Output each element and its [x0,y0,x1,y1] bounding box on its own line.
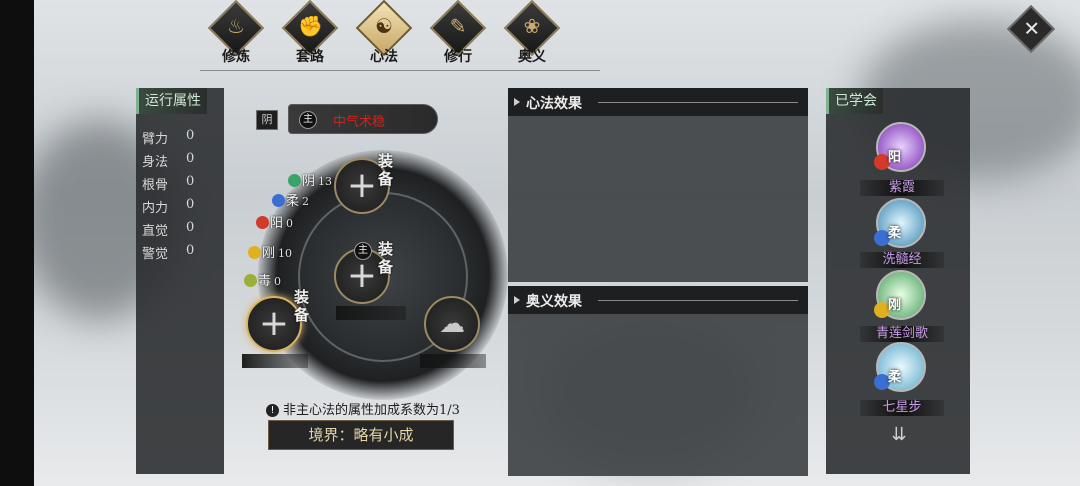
main-marker: 主 [299,111,317,129]
equip-label: 装备 [294,288,310,324]
scroll-down-arrow-icon[interactable]: ⇊ [886,424,912,445]
skill-element: 柔 [888,370,902,385]
tab-taolu[interactable]: ✊ 套路 [274,0,346,68]
rou-element-icon [272,194,285,207]
slot-name-strip [242,354,308,368]
learned-panel-title: 已学会 [826,88,883,114]
element-gang: 刚 10 [248,242,292,261]
yin-yang-emblem-icon: ☯ [375,14,393,38]
tab-label: 修炼 [222,49,250,65]
triangle-bullet-icon [514,296,520,304]
yin-tag: 阴 [256,110,278,130]
equip-label: 装备 [378,152,394,188]
method-effect-title: 心法效果 [526,96,582,112]
ultimate-effect-panel: 奥义效果 [508,286,808,476]
method-effect-header: 心法效果 [508,88,808,116]
plus-icon: + [346,165,378,206]
attribute-row: 根骨 0 [142,174,222,193]
attribute-panel-title: 运行属性 [136,88,207,114]
tab-xiuxing[interactable]: ✎ 修行 [422,0,494,68]
attribute-row: 内力 0 [142,197,222,216]
scroll-emblem-icon: ✎ [449,14,467,38]
du-element-icon [244,274,257,287]
tab-label: 奥义 [518,49,546,65]
attribute-name: 内力 [142,201,169,216]
bonus-note: ! 非主心法的属性加成系数为1/3 [266,399,460,418]
attribute-value: 0 [186,151,195,166]
attribute-name: 身法 [142,155,169,170]
cloud-swirl-icon: ☁ [439,309,465,339]
tab-label: 心法 [370,49,398,65]
attribute-row: 臂力 0 [142,128,222,147]
attribute-panel: 运行属性 臂力 0 身法 0 根骨 0 内力 0 直觉 0 警觉 0 [136,88,224,474]
tab-xinfa[interactable]: ☯ 心法 [348,0,420,68]
gang-element-icon [248,246,261,259]
skill-name: 紫霞 [860,180,944,196]
left-frame [0,0,34,486]
skill-element: 柔 [888,226,902,241]
header-rule [598,300,798,301]
attribute-value: 0 [186,197,195,212]
fist-emblem-icon: ✊ [298,14,323,38]
attribute-row: 警觉 0 [142,243,222,262]
element-yin: 阴 13 [288,170,332,189]
attribute-value: 0 [186,128,195,143]
skill-element: 阳 [888,150,902,165]
slot-name-strip [336,306,406,320]
skill-name: 青莲剑歌 [860,326,944,342]
triangle-bullet-icon [514,98,520,106]
element-yang: 阳0 [256,212,293,231]
learned-panel: 已学会 阳 紫霞 柔 洗髓经 刚 青莲剑歌 柔 七星步 [826,88,970,474]
main-method-name: 中气术稳 [333,115,386,130]
tab-label: 修行 [444,49,472,65]
element-du: 毒0 [244,270,281,289]
attribute-name: 警觉 [142,247,169,262]
slot-name-strip [420,354,486,368]
tab-xiulian[interactable]: ♨ 修炼 [200,0,272,68]
tab-divider [200,70,600,71]
skill-name: 七星步 [860,400,944,416]
ultimate-effect-title: 奥义效果 [526,294,582,310]
plus-icon: + [346,255,378,296]
ultimate-slot[interactable]: ☁ [424,296,480,352]
ultimate-effect-header: 奥义效果 [508,286,808,314]
element-rou: 柔2 [272,190,309,209]
main-marker: 主 [354,242,372,260]
tab-aoyi[interactable]: ❀ 奥义 [496,0,568,68]
yang-element-icon [256,216,269,229]
method-effect-panel: 心法效果 [508,88,808,282]
attribute-name: 直觉 [142,224,169,239]
skill-element: 刚 [888,298,902,313]
header-rule [598,102,798,103]
main-method-bar[interactable]: 主 中气术稳 [288,104,438,134]
attribute-row: 身法 0 [142,151,222,170]
attribute-value: 0 [186,243,195,258]
attribute-name: 臂力 [142,132,169,147]
flame-emblem-icon: ♨ [227,14,245,38]
top-tab-bar: ♨ 修炼 ✊ 套路 ☯ 心法 ✎ 修行 ❀ 奥义 [200,0,590,68]
info-icon: ! [266,404,279,417]
skill-qingliangjiange[interactable]: 刚 [874,270,926,320]
plus-icon: + [258,303,290,344]
skill-qixingbu[interactable]: 柔 [874,342,926,392]
lotus-emblem-icon: ❀ [523,14,541,38]
close-x-icon: ✕ [1023,16,1041,41]
skill-ziixia[interactable]: 阳 [874,122,926,172]
equip-label: 装备 [378,240,394,276]
attribute-row: 直觉 0 [142,220,222,239]
attribute-name: 根骨 [142,178,169,193]
tab-label: 套路 [296,49,324,65]
yin-element-icon [288,174,301,187]
attribute-value: 0 [186,220,195,235]
skill-xisuijing[interactable]: 柔 [874,198,926,248]
skill-name: 洗髓经 [860,252,944,268]
realm-bar: 境界：略有小成 [268,420,454,450]
attribute-value: 0 [186,174,195,189]
